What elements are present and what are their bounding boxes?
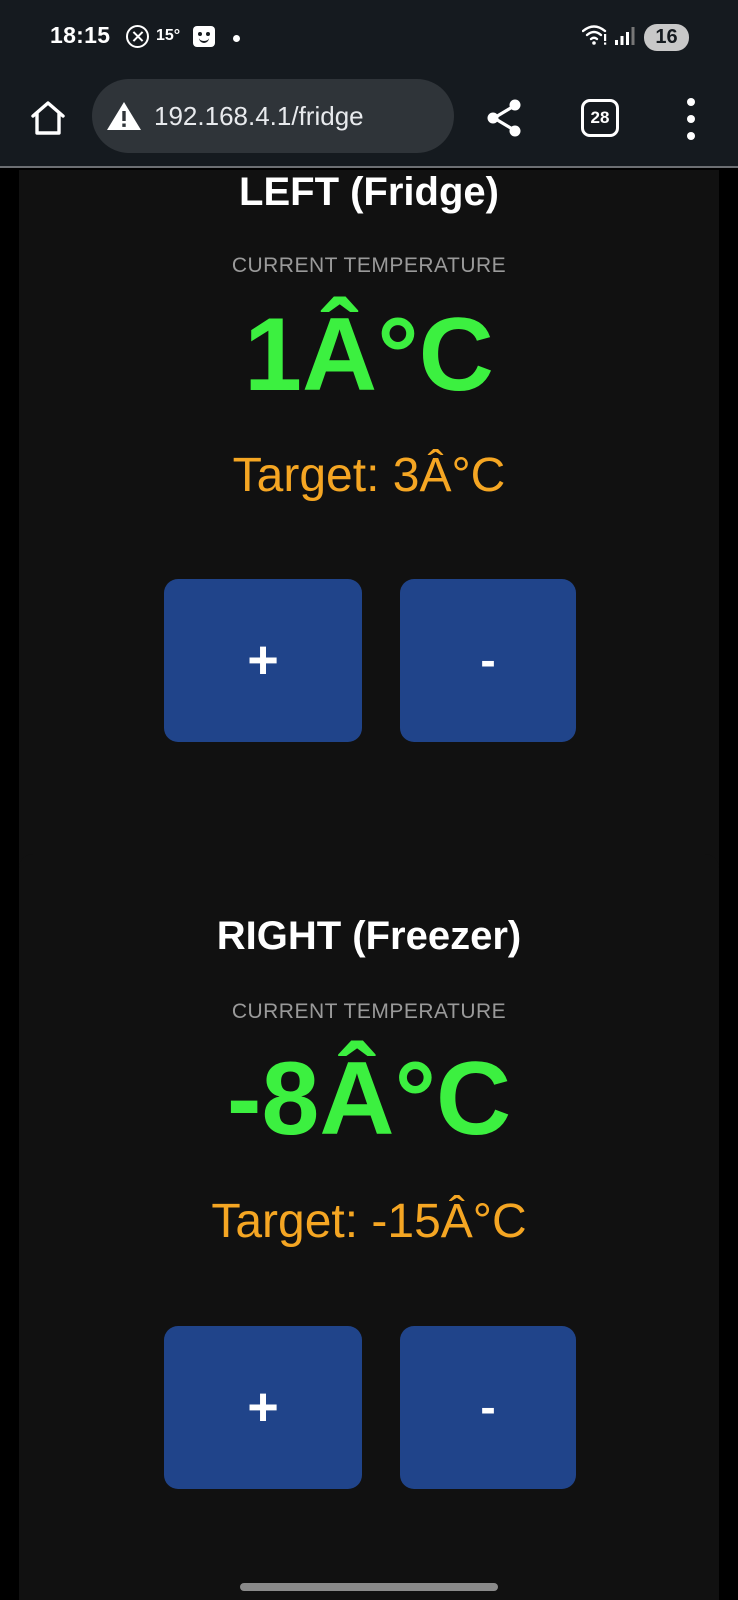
decrease-button[interactable]: - — [400, 579, 576, 742]
page-content: LEFT (Fridge) CURRENT TEMPERATURE 1Â°C T… — [0, 170, 738, 1600]
share-icon[interactable] — [482, 96, 526, 140]
app-notification-icon — [193, 26, 215, 47]
address-bar[interactable]: 192.168.4.1/fridge — [92, 79, 454, 153]
more-notifications-dot-icon — [233, 35, 240, 42]
current-temperature-label: CURRENT TEMPERATURE — [231, 1000, 507, 1023]
status-temperature: 15° — [156, 27, 181, 44]
increase-button[interactable]: + — [164, 579, 362, 742]
tab-switcher-button[interactable]: 28 — [581, 99, 619, 137]
status-time: 18:15 — [50, 22, 111, 48]
signal-icon — [615, 27, 635, 45]
wifi-icon — [582, 25, 607, 45]
status-bar: 18:15 15° 16 — [0, 0, 738, 74]
target-temperature: Target: -15Â°C — [211, 1195, 527, 1248]
more-options-icon[interactable] — [676, 98, 706, 140]
current-temperature-value: -8Â°C — [226, 1041, 512, 1157]
battery-indicator: 16 — [644, 24, 689, 51]
freezer-panel: RIGHT (Freezer) CURRENT TEMPERATURE -8Â°… — [19, 854, 719, 1600]
warning-icon[interactable] — [106, 101, 142, 131]
panel-title: RIGHT (Freezer) — [216, 914, 522, 958]
browser-toolbar: 192.168.4.1/fridge 28 — [0, 74, 738, 168]
current-temperature-value: 1Â°C — [244, 297, 494, 413]
target-temperature: Target: 3Â°C — [232, 449, 506, 502]
panel-title: LEFT (Fridge) — [239, 170, 499, 214]
url-text[interactable]: 192.168.4.1/fridge — [154, 101, 364, 132]
current-temperature-label: CURRENT TEMPERATURE — [231, 254, 507, 277]
blocked-notification-icon — [126, 25, 149, 48]
decrease-button[interactable]: - — [400, 1326, 576, 1489]
gesture-navigation-bar[interactable] — [240, 1583, 498, 1591]
home-icon[interactable] — [26, 96, 70, 140]
increase-button[interactable]: + — [164, 1326, 362, 1489]
